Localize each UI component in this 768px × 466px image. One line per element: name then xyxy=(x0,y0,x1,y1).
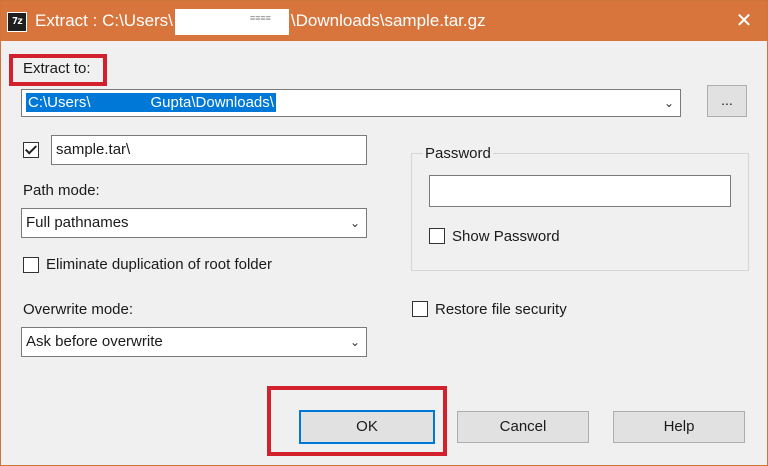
help-button[interactable]: Help xyxy=(613,411,745,443)
path-mode-label: Path mode: xyxy=(23,182,100,199)
redacted-scribble: ≡≡≡≡ xyxy=(249,12,271,23)
chevron-down-icon[interactable]: ⌄ xyxy=(350,328,360,354)
chevron-down-icon[interactable]: ⌄ xyxy=(350,209,360,235)
extract-path-value[interactable]: C:\Users\ Gupta\Downloads\ xyxy=(26,90,276,116)
ok-button[interactable]: OK xyxy=(299,410,435,444)
browse-button[interactable]: ... xyxy=(707,85,747,117)
7zip-icon: 7z xyxy=(7,12,27,32)
title-bar: 7z Extract : C:\Users\ ≡≡≡≡ \Downloads\sam… xyxy=(1,1,767,41)
title-prefix: Extract : C:\Users\ xyxy=(35,11,173,30)
title-suffix: \Downloads\sample.tar.gz xyxy=(290,11,486,30)
show-password-label[interactable]: Show Password xyxy=(452,228,560,245)
cancel-button[interactable]: Cancel xyxy=(457,411,589,443)
subfolder-checkbox[interactable] xyxy=(23,142,39,158)
chevron-down-icon[interactable]: ⌄ xyxy=(664,90,674,116)
extract-dialog: 7z Extract : C:\Users\ ≡≡≡≡ \Downloads\sam… xyxy=(0,0,768,466)
show-password-checkbox[interactable] xyxy=(429,228,445,244)
overwrite-mode-select[interactable]: Ask before overwrite ⌄ xyxy=(21,327,367,357)
extract-path-selection: C:\Users\ Gupta\Downloads\ xyxy=(26,93,276,112)
restore-security-checkbox[interactable] xyxy=(412,301,428,317)
close-icon[interactable]: ✕ xyxy=(721,1,767,41)
eliminate-duplication-label[interactable]: Eliminate duplication of root folder xyxy=(46,256,272,273)
redacted-username: ≡≡≡≡ xyxy=(174,8,289,35)
extract-path-combobox[interactable]: C:\Users\ Gupta\Downloads\ ⌄ xyxy=(21,89,681,117)
restore-security-label[interactable]: Restore file security xyxy=(435,301,567,318)
eliminate-duplication-checkbox[interactable] xyxy=(23,257,39,273)
path-prefix: C:\Users\ xyxy=(28,94,91,111)
path-mode-value: Full pathnames xyxy=(26,214,129,231)
extract-to-label: Extract to: xyxy=(23,60,91,77)
password-group-title: Password xyxy=(423,145,493,162)
password-group xyxy=(411,153,749,271)
path-mode-select[interactable]: Full pathnames ⌄ xyxy=(21,208,367,238)
password-input[interactable] xyxy=(429,175,731,207)
overwrite-mode-label: Overwrite mode: xyxy=(23,301,134,318)
overwrite-mode-value: Ask before overwrite xyxy=(26,333,163,350)
path-suffix: Gupta\Downloads\ xyxy=(150,94,274,111)
subfolder-input[interactable]: sample.tar\ xyxy=(51,135,367,165)
window-title: Extract : C:\Users\ ≡≡≡≡ \Downloads\sample… xyxy=(35,1,486,41)
